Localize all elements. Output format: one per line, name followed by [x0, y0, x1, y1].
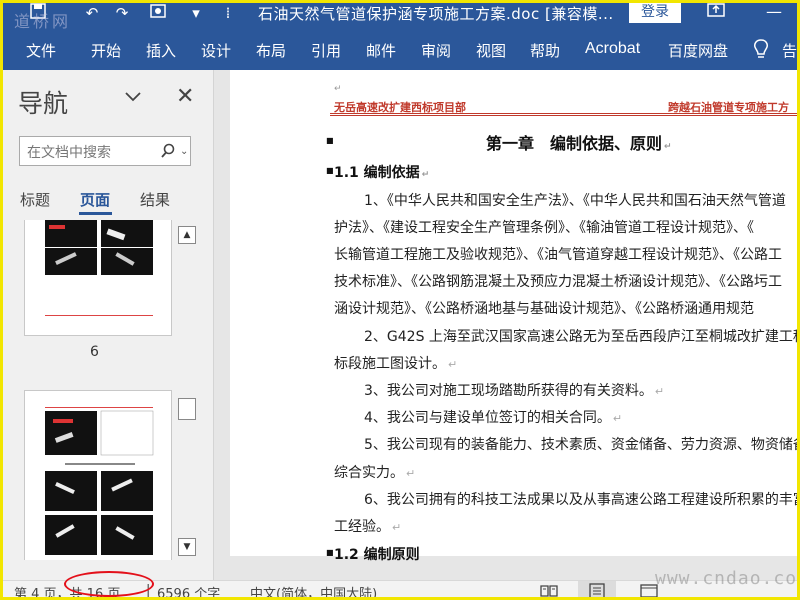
- tab-insert[interactable]: 插入: [146, 40, 176, 61]
- body-line: 2、G42S 上海至武汉国家高速公路无为至岳西段庐江至桐城改扩建工程: [364, 329, 800, 345]
- bullet-icon: ■: [326, 548, 334, 557]
- navigation-pane: 导航 ✕ 在文档中搜索 ⌄ 标题 页面 结果 6 ▲ ▼: [0, 70, 214, 580]
- search-options-caret-icon[interactable]: ⌄: [180, 146, 188, 157]
- body-line: 工经验。 ↵: [334, 519, 402, 535]
- tab-file[interactable]: 文件: [26, 40, 56, 61]
- body-line: 6、我公司拥有的科技工法成果以及从事高速公路工程建设所积累的丰富: [364, 492, 800, 508]
- tab-mailings[interactable]: 邮件: [366, 40, 396, 61]
- tab-design[interactable]: 设计: [201, 40, 231, 61]
- scrollbar-thumb[interactable]: [178, 398, 196, 420]
- document-title: 石油天然气管道保护涵专项施工方案.doc [兼容模...: [258, 5, 614, 23]
- bullet-icon: ■: [326, 166, 334, 175]
- page-thumbnail[interactable]: [24, 220, 172, 336]
- section-heading: 1.1 编制依据 ↵: [334, 165, 430, 181]
- body-line: 综合实力。 ↵: [334, 465, 416, 481]
- body-line: 护法》、《建设工程安全生产管理条例》、《输油管道工程设计规范》、《: [334, 220, 754, 236]
- highlight-annotation: [64, 571, 154, 597]
- thumbnail-page-number: 6: [90, 344, 99, 360]
- undo-icon[interactable]: ↶: [82, 3, 102, 23]
- language-status[interactable]: 中文(简体，中国大陆): [250, 583, 377, 600]
- more-icon[interactable]: ⁞: [218, 3, 238, 23]
- redo-icon[interactable]: ↷: [112, 3, 132, 23]
- search-input[interactable]: 在文档中搜索 ⌄: [19, 136, 191, 166]
- title-bar: ↶ ↷ ▾ ⁞ 石油天然气管道保护涵专项施工方案.doc [兼容模... 登录 …: [0, 0, 800, 28]
- active-tab-indicator: [79, 212, 112, 215]
- scroll-down-icon[interactable]: ▼: [178, 538, 196, 556]
- search-placeholder: 在文档中搜索: [27, 145, 111, 161]
- body-line: 长输管道工程施工及验收规范》、《油气管道穿越工程设计规范》、《公路工: [334, 247, 782, 263]
- header-rule: [330, 113, 800, 114]
- body-line: 涵设计规范》、《公路桥涵地基与基础设计规范》、《公路桥涵通用规范: [334, 301, 754, 317]
- tab-view[interactable]: 视图: [476, 40, 506, 61]
- body-line: 1、《中华人民共和国安全生产法》、《中华人民共和国石油天然气管道: [364, 193, 786, 209]
- dropdown-icon[interactable]: ▾: [186, 3, 206, 23]
- nav-tab-headings[interactable]: 标题: [20, 189, 50, 210]
- body-line: 技术标准》、《公路钢筋混凝土及预应力混凝土桥涵设计规范》、《公路圬工: [334, 274, 782, 290]
- close-icon[interactable]: ✕: [176, 84, 194, 109]
- ribbon-tabs: 文件 开始 插入 设计 布局 引用 邮件 审阅 视图 帮助 Acrobat 百度…: [0, 28, 800, 70]
- watermark-logo: 道桥网: [14, 12, 72, 31]
- read-mode-icon[interactable]: [540, 583, 558, 599]
- page-thumbnail[interactable]: [24, 390, 172, 560]
- body-line: 4、我公司与建设单位签订的相关合同。 ↵: [364, 410, 623, 426]
- tab-acrobat[interactable]: Acrobat: [585, 40, 640, 58]
- tab-home[interactable]: 开始: [91, 40, 121, 61]
- scroll-up-icon[interactable]: ▲: [178, 226, 196, 244]
- bullet-icon: ■: [326, 136, 334, 145]
- nav-tab-results[interactable]: 结果: [140, 189, 170, 210]
- print-layout-icon[interactable]: [588, 583, 606, 599]
- tab-tell-me[interactable]: 告: [782, 40, 797, 61]
- tab-baidu-netdisk[interactable]: 百度网盘: [668, 40, 728, 61]
- section-heading: 1.2 编制原则: [334, 547, 420, 563]
- thumbnail-scrollbar[interactable]: ▲ ▼: [176, 220, 198, 558]
- document-page[interactable]: ↵ 无岳高速改扩建西标项目部 跨越石油管道专项施工方 ■ 第一章 编制依据、原则…: [230, 70, 800, 563]
- nav-pane-title: 导航: [18, 89, 69, 118]
- page-thumbnails: 6: [0, 220, 200, 560]
- body-line: 标段施工图设计。 ↵: [334, 356, 458, 372]
- chapter-title: 第一章 编制依据、原则 ↵: [486, 134, 672, 153]
- tab-layout[interactable]: 布局: [256, 40, 286, 61]
- tab-help[interactable]: 帮助: [530, 40, 560, 61]
- login-button[interactable]: 登录: [629, 1, 681, 23]
- body-line: 5、我公司现有的装备能力、技术素质、资金储备、劳力资源、物资储备: [364, 437, 800, 453]
- search-icon[interactable]: [160, 143, 176, 159]
- tab-review[interactable]: 审阅: [421, 40, 451, 61]
- nav-tab-pages[interactable]: 页面: [80, 189, 110, 210]
- word-count-status[interactable]: 6596 个字: [157, 583, 220, 600]
- lightbulb-icon[interactable]: [752, 38, 770, 60]
- body-line: 3、我公司对施工现场踏勘所获得的有关资料。 ↵: [364, 383, 665, 399]
- tab-references[interactable]: 引用: [311, 40, 341, 61]
- watermark-url: www.cndao.com: [655, 568, 800, 589]
- chevron-down-icon[interactable]: [123, 88, 143, 104]
- paragraph-mark-icon: ↵: [334, 84, 342, 94]
- ribbon-display-icon[interactable]: [706, 2, 726, 22]
- minimize-icon[interactable]: —: [766, 2, 782, 21]
- header-rule: [330, 115, 800, 116]
- customize-icon[interactable]: [148, 3, 168, 23]
- document-area: ↵ 无岳高速改扩建西标项目部 跨越石油管道专项施工方 ■ 第一章 编制依据、原则…: [214, 70, 800, 580]
